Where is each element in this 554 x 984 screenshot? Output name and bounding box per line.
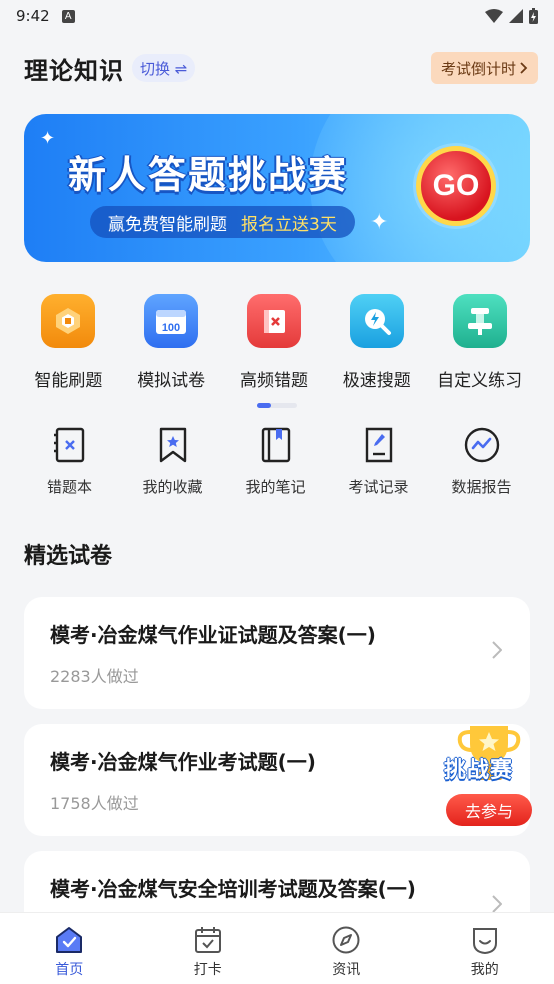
calendar-checkin-icon: [194, 927, 221, 953]
tool-label: 我的笔记: [245, 478, 306, 496]
sparkle-icon: ✦: [40, 128, 56, 149]
section-title: 精选试卷: [24, 544, 113, 569]
quick-action-label: 智能刷题: [34, 371, 103, 391]
frequent-mistakes-icon: [246, 294, 301, 348]
paper-count: 2283人做过: [50, 667, 139, 686]
nav-label: 打卡: [193, 962, 222, 978]
mistake-book-icon: [53, 427, 84, 463]
svg-text:100: 100: [162, 322, 180, 334]
tool-exam-record[interactable]: 考试记录: [327, 426, 430, 497]
challenge-float-widget[interactable]: 挑战赛 去参与: [440, 722, 540, 832]
exam-record-icon: [365, 427, 392, 463]
switch-subject-button[interactable]: 切换 ⇌: [132, 54, 196, 82]
nav-profile[interactable]: 我的: [416, 913, 554, 984]
status-icons: [485, 8, 538, 24]
nav-label: 资讯: [332, 962, 361, 978]
nav-checkin[interactable]: 打卡: [139, 913, 278, 984]
tool-shortcuts: 错题本 我的收藏 我的笔记 考试记录 数据报告: [0, 426, 554, 497]
nav-label: 首页: [55, 962, 84, 978]
paper-title: 模考·冶金煤气安全培训考试题及答案(一): [50, 877, 416, 901]
quick-action-label: 极速搜题: [342, 371, 411, 391]
home-icon: [56, 927, 83, 953]
paper-title: 模考·冶金煤气作业证试题及答案(一): [50, 623, 376, 647]
join-challenge-button[interactable]: 去参与: [446, 794, 532, 826]
tool-notes[interactable]: 我的笔记: [224, 426, 327, 497]
status-time: 9:42: [16, 7, 50, 25]
banner-subtitle-left: 赢免费智能刷题: [108, 214, 227, 235]
quick-search-icon: [349, 294, 404, 348]
quick-actions: 智能刷题 100 模拟试卷 高频错题 极速搜题 自定义练习: [0, 294, 554, 391]
signal-icon: [509, 9, 523, 23]
paper-count: 1758人做过: [50, 794, 139, 813]
quick-action-label: 高频错题: [239, 371, 308, 391]
notes-icon: [261, 427, 290, 463]
tool-mistake-book[interactable]: 错题本: [18, 426, 121, 497]
quick-action-smart-practice[interactable]: 智能刷题: [17, 294, 120, 391]
banner-title: 新人答题挑战赛: [68, 153, 349, 197]
smart-practice-icon: [41, 294, 96, 348]
nav-news[interactable]: 资讯: [277, 913, 416, 984]
challenge-title: 挑战赛: [444, 758, 514, 783]
nav-label: 我的: [470, 962, 499, 978]
quick-action-custom-practice[interactable]: 自定义练习: [428, 294, 531, 391]
challenge-banner[interactable]: ✦ ✦ 新人答题挑战赛 赢免费智能刷题 报名立送3天 GO: [24, 114, 530, 262]
quick-action-frequent-mistakes[interactable]: 高频错题: [223, 294, 326, 391]
notification-a-icon: A: [61, 9, 75, 23]
custom-practice-icon: [452, 294, 507, 348]
chevron-right-icon: [520, 62, 528, 74]
go-button[interactable]: GO: [416, 146, 496, 226]
quick-action-label: 模拟试卷: [137, 371, 206, 391]
data-report-icon: [464, 427, 499, 463]
favorites-icon: [159, 427, 186, 463]
tool-label: 数据报告: [451, 478, 512, 496]
tool-label: 错题本: [46, 478, 92, 496]
profile-icon: [472, 928, 497, 955]
banner-subtitle: 赢免费智能刷题 报名立送3天: [90, 206, 355, 238]
tool-label: 考试记录: [348, 478, 409, 496]
quick-actions-pager: [257, 403, 297, 408]
page-title: 理论知识: [24, 56, 124, 85]
quick-action-mock-exam[interactable]: 100 模拟试卷: [120, 294, 223, 391]
tool-favorites[interactable]: 我的收藏: [121, 426, 224, 497]
bottom-nav: 首页 打卡 资讯 我的: [0, 912, 554, 984]
banner-subtitle-right: 报名立送3天: [241, 214, 337, 235]
tool-label: 我的收藏: [142, 478, 203, 496]
wifi-icon: [485, 9, 503, 23]
countdown-label: 考试倒计时: [440, 59, 516, 78]
paper-card[interactable]: 模考·冶金煤气作业证试题及答案(一) 2283人做过: [24, 597, 530, 709]
compass-icon: [332, 926, 360, 954]
nav-home[interactable]: 首页: [0, 913, 139, 984]
tool-data-report[interactable]: 数据报告: [430, 426, 533, 497]
chevron-right-icon: [492, 895, 502, 913]
quick-action-quick-search[interactable]: 极速搜题: [325, 294, 428, 391]
pager-active-dot: [257, 403, 271, 408]
sparkle-icon: ✦: [370, 210, 389, 235]
chevron-right-icon: [492, 641, 502, 659]
mock-exam-icon: 100: [144, 294, 199, 348]
paper-title: 模考·冶金煤气作业考试题(一): [50, 750, 316, 774]
quick-action-label: 自定义练习: [437, 371, 523, 391]
page-header: 理论知识 切换 ⇌ 考试倒计时: [24, 48, 538, 88]
status-bar: 9:42 A: [0, 0, 554, 32]
battery-icon: [529, 8, 538, 24]
exam-countdown-button[interactable]: 考试倒计时: [430, 52, 538, 84]
